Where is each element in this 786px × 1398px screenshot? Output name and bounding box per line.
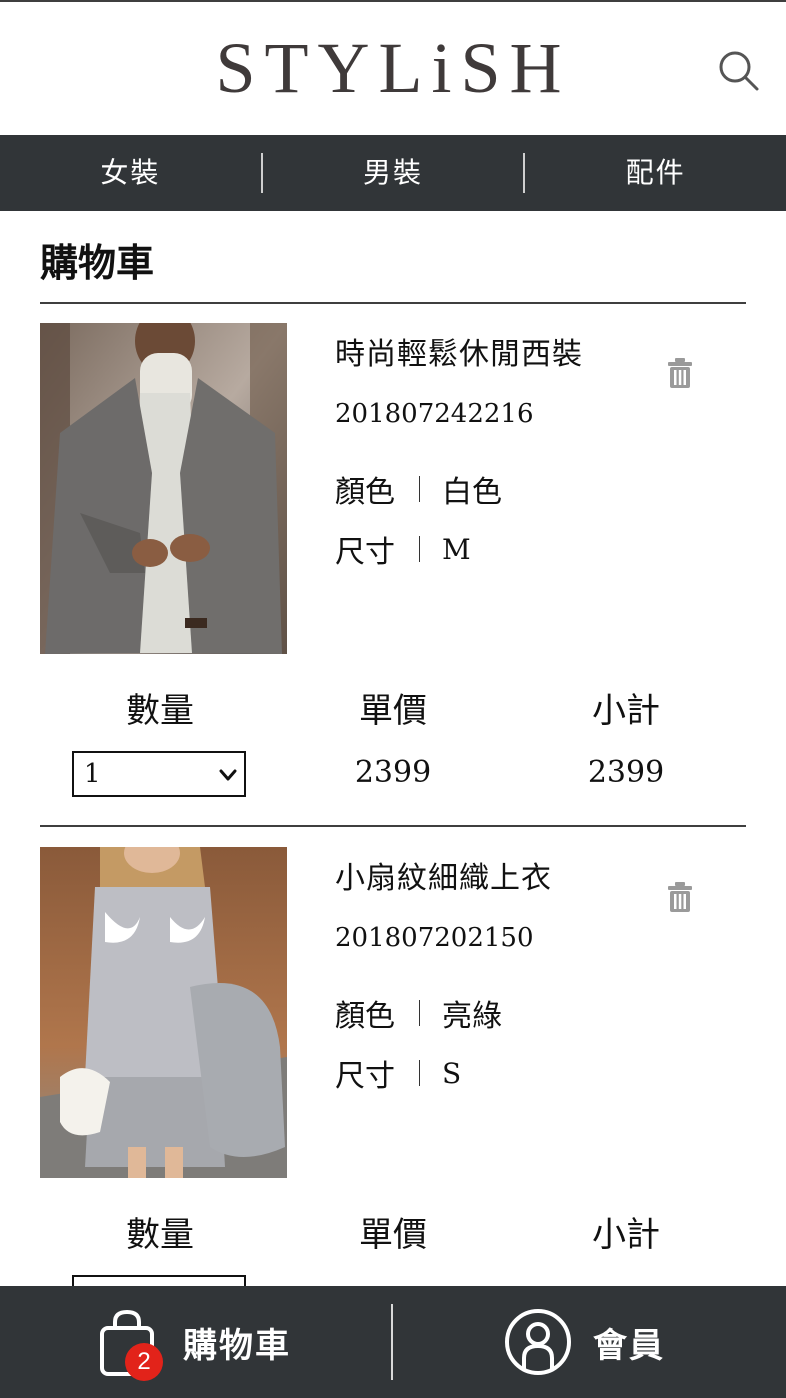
nav-item-accessories[interactable]: 配件 <box>525 135 786 211</box>
cart-count-badge: 2 <box>125 1343 163 1381</box>
unit-price: 2399 <box>354 755 432 790</box>
subtotal: 2399 <box>587 755 665 790</box>
cart-nav-button[interactable]: 2 購物車 <box>0 1286 391 1398</box>
attr-separator <box>419 1000 420 1026</box>
member-icon <box>505 1309 571 1375</box>
search-button[interactable] <box>716 48 762 94</box>
nav-item-women[interactable]: 女裝 <box>0 135 261 211</box>
trash-icon <box>668 358 692 388</box>
attr-separator <box>419 536 420 562</box>
logo[interactable]: STYLiSH <box>0 26 786 110</box>
color-value: 白色 <box>442 475 502 510</box>
remove-item-button[interactable] <box>666 357 694 389</box>
category-nav: 女裝 男裝 配件 <box>0 135 786 211</box>
quantity-header: 數量 <box>126 691 194 731</box>
quantity-select[interactable]: 1 <box>72 751 246 797</box>
subtotal-header: 小計 <box>592 691 660 731</box>
size-value: M <box>442 532 471 566</box>
product-name[interactable]: 時尚輕鬆休閒西裝 <box>335 329 583 373</box>
nav-item-men[interactable]: 男裝 <box>263 135 524 211</box>
product-image[interactable] <box>40 323 287 654</box>
color-label: 顏色 <box>335 999 395 1034</box>
trash-icon <box>668 882 692 912</box>
product-image[interactable] <box>40 847 287 1178</box>
quantity-header: 數量 <box>126 1215 194 1255</box>
product-name[interactable]: 小扇紋細織上衣 <box>335 853 552 897</box>
product-size: 尺寸 M <box>335 527 471 571</box>
quantity-select[interactable] <box>72 1275 246 1286</box>
search-icon <box>719 51 759 91</box>
subtotal-header: 小計 <box>592 1215 660 1255</box>
color-value: 亮綠 <box>442 999 502 1034</box>
cart-item: 時尚輕鬆休閒西裝 201807242216 顏色 白色 尺寸 M 數量 單價 小… <box>40 323 746 829</box>
unit-price-header: 單價 <box>359 1215 427 1255</box>
cart-item: 小扇紋細織上衣 201807202150 顏色 亮綠 尺寸 S 數量 單價 小計 <box>40 847 746 1286</box>
header: STYLiSH <box>0 2 786 135</box>
unit-price-header: 單價 <box>359 691 427 731</box>
size-label: 尺寸 <box>335 1059 395 1094</box>
chevron-down-icon <box>219 769 237 781</box>
product-color: 顏色 亮綠 <box>335 991 502 1035</box>
attr-separator <box>419 1060 420 1086</box>
page-title: 購物車 <box>40 241 155 285</box>
color-label: 顏色 <box>335 475 395 510</box>
product-color: 顏色 白色 <box>335 467 502 511</box>
quantity-value: 1 <box>84 759 101 789</box>
product-id: 201807242216 <box>335 399 534 429</box>
item-divider <box>40 825 746 827</box>
product-size: 尺寸 S <box>335 1051 461 1095</box>
attr-separator <box>419 476 420 502</box>
member-nav-button[interactable]: 會員 <box>393 1286 786 1398</box>
remove-item-button[interactable] <box>666 881 694 913</box>
bottom-nav: 2 購物車 會員 <box>0 1286 786 1398</box>
size-value: S <box>442 1056 462 1090</box>
title-divider <box>40 302 746 304</box>
size-label: 尺寸 <box>335 535 395 570</box>
member-nav-label: 會員 <box>593 1326 665 1366</box>
cart-nav-label: 購物車 <box>183 1326 291 1366</box>
product-id: 201807202150 <box>335 923 534 953</box>
